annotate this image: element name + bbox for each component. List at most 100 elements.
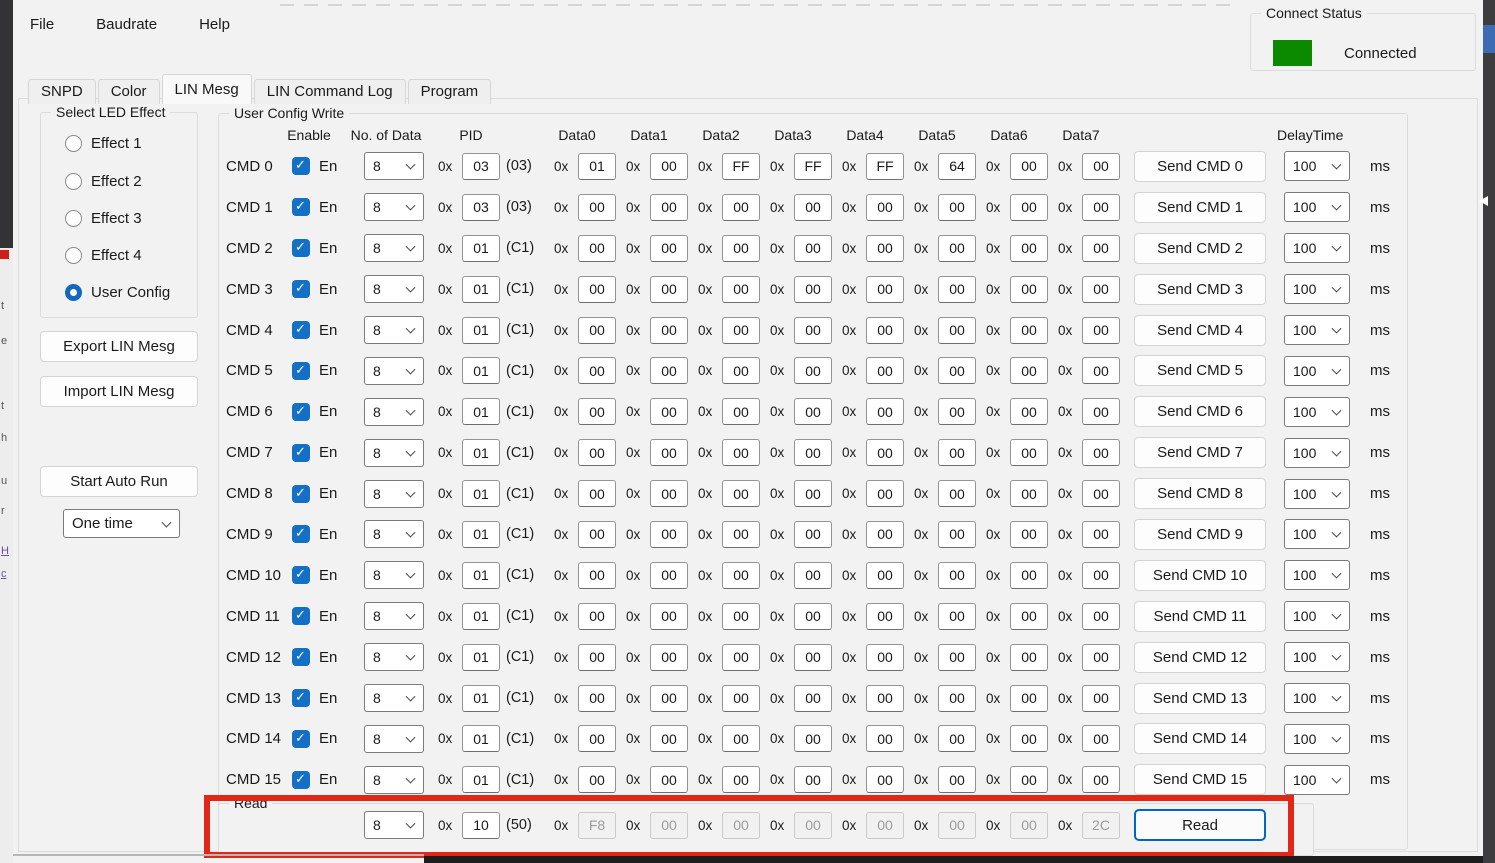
no-of-data-select[interactable]: 8 bbox=[364, 725, 424, 753]
tab-lin-command-log[interactable]: LIN Command Log bbox=[254, 79, 406, 104]
send-cmd-button[interactable]: Send CMD 4 bbox=[1134, 315, 1266, 346]
radio-effect-4[interactable]: Effect 4 bbox=[65, 247, 142, 264]
delay-time-select[interactable]: 100 bbox=[1284, 192, 1350, 222]
delay-time-select[interactable]: 100 bbox=[1284, 356, 1350, 386]
data2-input[interactable] bbox=[722, 194, 760, 221]
tab-lin-mesg[interactable]: LIN Mesg bbox=[162, 74, 252, 104]
data2-input[interactable] bbox=[722, 235, 760, 262]
data4-input[interactable] bbox=[866, 398, 904, 425]
data5-input[interactable] bbox=[938, 725, 976, 752]
data1-input[interactable] bbox=[650, 153, 688, 180]
data4-input[interactable] bbox=[866, 685, 904, 712]
data3-input[interactable] bbox=[794, 317, 832, 344]
data7-input[interactable] bbox=[1082, 521, 1120, 548]
data4-input[interactable] bbox=[866, 153, 904, 180]
delay-time-select[interactable]: 100 bbox=[1284, 438, 1350, 468]
data7-input[interactable] bbox=[1082, 235, 1120, 262]
data0-input[interactable] bbox=[578, 685, 616, 712]
no-of-data-select[interactable]: 8 bbox=[364, 357, 424, 385]
data7-input[interactable] bbox=[1082, 398, 1120, 425]
data0-input[interactable] bbox=[578, 725, 616, 752]
read-pid-input[interactable] bbox=[462, 812, 500, 839]
data1-input[interactable] bbox=[650, 357, 688, 384]
enable-checkbox[interactable] bbox=[292, 689, 310, 707]
data1-input[interactable] bbox=[650, 439, 688, 466]
menu-help[interactable]: Help bbox=[195, 14, 234, 35]
send-cmd-button[interactable]: Send CMD 9 bbox=[1134, 519, 1266, 550]
delay-time-select[interactable]: 100 bbox=[1284, 560, 1350, 590]
data0-input[interactable] bbox=[578, 439, 616, 466]
pid-input[interactable] bbox=[462, 685, 500, 712]
data1-input[interactable] bbox=[650, 685, 688, 712]
delay-time-select[interactable]: 100 bbox=[1284, 765, 1350, 795]
pid-input[interactable] bbox=[462, 603, 500, 630]
data6-input[interactable] bbox=[1010, 766, 1048, 793]
data5-input[interactable] bbox=[938, 685, 976, 712]
send-cmd-button[interactable]: Send CMD 13 bbox=[1134, 683, 1266, 714]
send-cmd-button[interactable]: Send CMD 5 bbox=[1134, 355, 1266, 386]
data4-input[interactable] bbox=[866, 235, 904, 262]
pid-input[interactable] bbox=[462, 766, 500, 793]
data1-input[interactable] bbox=[650, 276, 688, 303]
pid-input[interactable] bbox=[462, 480, 500, 507]
data5-input[interactable] bbox=[938, 398, 976, 425]
send-cmd-button[interactable]: Send CMD 10 bbox=[1134, 560, 1266, 591]
data2-input[interactable] bbox=[722, 276, 760, 303]
data3-input[interactable] bbox=[794, 398, 832, 425]
enable-checkbox[interactable] bbox=[292, 362, 310, 380]
pid-input[interactable] bbox=[462, 439, 500, 466]
data3-input[interactable] bbox=[794, 644, 832, 671]
data7-input[interactable] bbox=[1082, 276, 1120, 303]
no-of-data-select[interactable]: 8 bbox=[364, 643, 424, 671]
data1-input[interactable] bbox=[650, 766, 688, 793]
data5-input[interactable] bbox=[938, 317, 976, 344]
pid-input[interactable] bbox=[462, 153, 500, 180]
enable-checkbox[interactable] bbox=[292, 239, 310, 257]
enable-checkbox[interactable] bbox=[292, 403, 310, 421]
data5-input[interactable] bbox=[938, 480, 976, 507]
data6-input[interactable] bbox=[1010, 685, 1048, 712]
data3-input[interactable] bbox=[794, 276, 832, 303]
no-of-data-select[interactable]: 8 bbox=[364, 561, 424, 589]
data7-input[interactable] bbox=[1082, 644, 1120, 671]
data1-input[interactable] bbox=[650, 725, 688, 752]
data6-input[interactable] bbox=[1010, 357, 1048, 384]
data2-input[interactable] bbox=[722, 603, 760, 630]
data3-input[interactable] bbox=[794, 725, 832, 752]
no-of-data-select[interactable]: 8 bbox=[364, 439, 424, 467]
data4-input[interactable] bbox=[866, 644, 904, 671]
data7-input[interactable] bbox=[1082, 685, 1120, 712]
data1-input[interactable] bbox=[650, 603, 688, 630]
data0-input[interactable] bbox=[578, 644, 616, 671]
data3-input[interactable] bbox=[794, 603, 832, 630]
data2-input[interactable] bbox=[722, 357, 760, 384]
delay-time-select[interactable]: 100 bbox=[1284, 724, 1350, 754]
data7-input[interactable] bbox=[1082, 766, 1120, 793]
enable-checkbox[interactable] bbox=[292, 157, 310, 175]
data2-input[interactable] bbox=[722, 644, 760, 671]
delay-time-select[interactable]: 100 bbox=[1284, 642, 1350, 672]
enable-checkbox[interactable] bbox=[292, 321, 310, 339]
data5-input[interactable] bbox=[938, 562, 976, 589]
data6-input[interactable] bbox=[1010, 276, 1048, 303]
delay-time-select[interactable]: 100 bbox=[1284, 233, 1350, 263]
data2-input[interactable] bbox=[722, 521, 760, 548]
data2-input[interactable] bbox=[722, 725, 760, 752]
delay-time-select[interactable]: 100 bbox=[1284, 519, 1350, 549]
data6-input[interactable] bbox=[1010, 603, 1048, 630]
data5-input[interactable] bbox=[938, 603, 976, 630]
no-of-data-select[interactable]: 8 bbox=[364, 602, 424, 630]
enable-checkbox[interactable] bbox=[292, 648, 310, 666]
delay-time-select[interactable]: 100 bbox=[1284, 683, 1350, 713]
radio-effect-1[interactable]: Effect 1 bbox=[65, 135, 142, 152]
delay-time-select[interactable]: 100 bbox=[1284, 274, 1350, 304]
data4-input[interactable] bbox=[866, 357, 904, 384]
data6-input[interactable] bbox=[1010, 725, 1048, 752]
no-of-data-select[interactable]: 8 bbox=[364, 193, 424, 221]
data2-input[interactable] bbox=[722, 562, 760, 589]
data5-input[interactable] bbox=[938, 235, 976, 262]
data3-input[interactable] bbox=[794, 194, 832, 221]
data6-input[interactable] bbox=[1010, 644, 1048, 671]
data0-input[interactable] bbox=[578, 357, 616, 384]
send-cmd-button[interactable]: Send CMD 14 bbox=[1134, 723, 1266, 754]
